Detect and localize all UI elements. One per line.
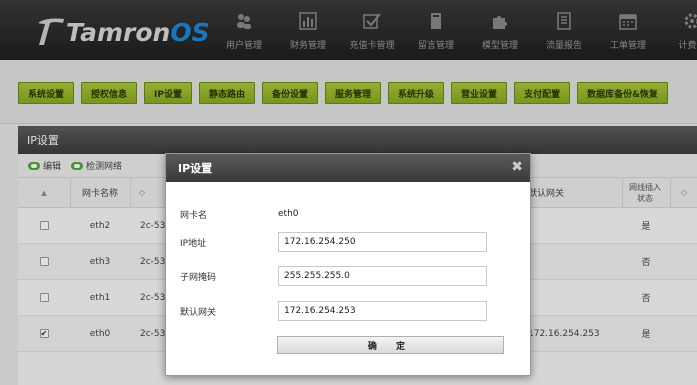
dialog-title-text: IP设置	[178, 162, 213, 175]
default-gateway-label: 默认网关	[180, 307, 217, 318]
ip-settings-dialog: IP设置 ✖ 网卡名 eth0 IP地址 子网掩码 默认网关 确 定	[165, 153, 531, 376]
default-gateway-input[interactable]	[278, 301, 487, 321]
close-icon[interactable]: ✖	[511, 160, 523, 174]
nic-name-label: 网卡名	[180, 210, 208, 221]
confirm-button[interactable]: 确 定	[277, 336, 504, 354]
subnet-mask-label: 子网掩码	[180, 272, 217, 283]
ip-address-label: IP地址	[180, 238, 207, 249]
ip-address-row: IP地址	[180, 232, 487, 252]
nic-name-row: 网卡名 eth0	[180, 204, 299, 224]
dialog-title: IP设置 ✖	[166, 154, 530, 182]
ip-address-input[interactable]	[278, 232, 487, 252]
default-gateway-row: 默认网关	[180, 301, 487, 321]
subnet-mask-input[interactable]	[278, 266, 487, 286]
subnet-mask-row: 子网掩码	[180, 266, 487, 286]
nic-name-value: eth0	[278, 209, 299, 219]
